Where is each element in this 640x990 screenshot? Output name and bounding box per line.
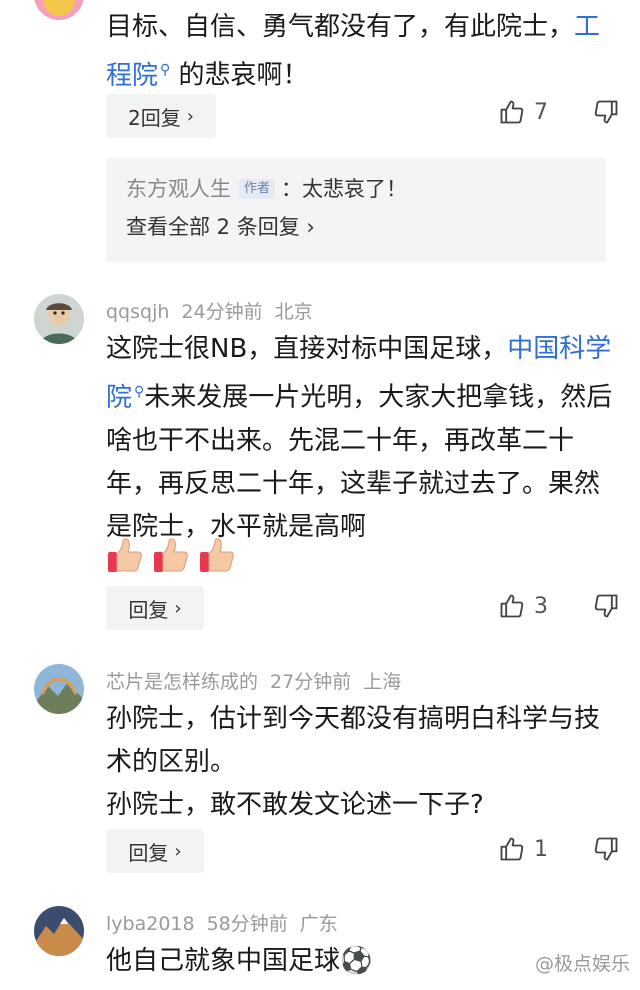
location: 北京 xyxy=(274,301,313,323)
view-all-replies-link[interactable]: 查看全部 2 条回复 › xyxy=(126,208,586,246)
comment-text-part: 目标、自信、勇气都没有了，有此院士， xyxy=(106,12,575,42)
timestamp: 24分钟前 xyxy=(181,301,263,323)
location: 上海 xyxy=(363,671,402,693)
comment-actions: 3 xyxy=(498,592,620,620)
like-count: 1 xyxy=(534,836,548,862)
like-button[interactable]: 3 xyxy=(498,592,558,620)
like-count: 7 xyxy=(534,99,548,125)
sub-reply-author[interactable]: 东方观人生 xyxy=(126,170,231,208)
like-button[interactable]: 1 xyxy=(498,835,558,863)
thumbs-up-emoji-icon xyxy=(108,538,142,572)
chevron-right-icon: › xyxy=(174,840,182,862)
emoji-row xyxy=(106,536,238,576)
avatar-image xyxy=(34,664,84,714)
comment-text-part: 这院士很NB，直接对标中国足球， xyxy=(106,334,508,364)
avatar[interactable] xyxy=(34,294,84,344)
search-icon: ⚲ xyxy=(134,384,145,400)
thumbs-up-emoji-icon xyxy=(154,538,188,572)
comment-actions: 1 xyxy=(498,835,620,863)
reply-label: 回复 xyxy=(128,597,169,622)
comment-text: 孙院士，估计到今天都没有搞明白科学与技术的区别。 孙院士，敢不敢发文论述一下子? xyxy=(106,698,618,827)
comment-actions: 7 xyxy=(498,98,620,126)
timestamp: 27分钟前 xyxy=(270,671,352,693)
reply-button[interactable]: 回复 › xyxy=(106,829,204,873)
chevron-right-icon: › xyxy=(174,597,182,619)
location: 广东 xyxy=(299,913,338,935)
author-badge: 作者 xyxy=(239,179,276,199)
avatar[interactable] xyxy=(34,0,84,20)
avatar[interactable] xyxy=(34,664,84,714)
avatar-image xyxy=(34,906,84,956)
chevron-right-icon: › xyxy=(306,215,315,239)
thumbs-up-icon xyxy=(500,594,524,618)
thumbs-up-icon xyxy=(500,837,524,861)
comment-meta: lyba2018 58分钟前 广东 xyxy=(106,909,350,936)
reply-button[interactable]: 2回复 › xyxy=(106,94,216,138)
comment-text-part: 未来发展一片光明，大家大把拿钱，然后啥也干不出来。先混二十年，再改革二十年，再反… xyxy=(106,382,613,542)
comment-text: 目标、自信、勇气都没有了，有此院士，工程院 ⚲ 的悲哀啊！ xyxy=(106,6,618,98)
sub-reply-box[interactable]: 东方观人生 作者 ：太悲哀了！ 查看全部 2 条回复 › xyxy=(106,158,606,262)
comment-paragraph: 孙院士，估计到今天都没有搞明白科学与技术的区别。 xyxy=(106,704,601,777)
avatar-image xyxy=(34,294,84,344)
thumbs-down-icon[interactable] xyxy=(592,98,620,126)
search-icon: ⚲ xyxy=(160,62,171,78)
comment-paragraph: 他自己就象中国足球⚽ xyxy=(106,946,373,976)
reply-label: 2回复 xyxy=(128,105,181,130)
timestamp: 58分钟前 xyxy=(206,913,288,935)
comment-meta: qqsqjh 24分钟前 北京 xyxy=(106,297,325,324)
username[interactable]: 芯片是怎样练成的 xyxy=(106,671,258,693)
watermark: @极点娱乐 xyxy=(535,949,630,976)
reply-button[interactable]: 回复 › xyxy=(106,586,204,630)
like-count: 3 xyxy=(534,593,548,619)
view-all-label: 查看全部 2 条回复 xyxy=(126,215,300,239)
thumbs-up-icon xyxy=(500,100,524,124)
comment-paragraph: 孙院士，敢不敢发文论述一下子? xyxy=(106,790,484,820)
watermark-text: @极点娱乐 xyxy=(534,953,630,975)
username[interactable]: qqsqjh xyxy=(106,301,169,323)
chevron-right-icon: › xyxy=(186,105,194,127)
thumbs-up-emoji-icon xyxy=(200,538,234,572)
reply-label: 回复 xyxy=(128,840,169,865)
comment-meta: 芯片是怎样练成的 27分钟前 上海 xyxy=(106,667,413,694)
thumbs-down-icon[interactable] xyxy=(592,592,620,620)
thumbs-down-icon[interactable] xyxy=(592,835,620,863)
like-button[interactable]: 7 xyxy=(498,98,558,126)
comment-text: 这院士很NB，直接对标中国足球，中国科学院 ⚲未来发展一片光明，大家大把拿钱，然后… xyxy=(106,328,618,549)
sub-reply-text: ：太悲哀了！ xyxy=(281,177,408,201)
username[interactable]: lyba2018 xyxy=(106,913,195,935)
sub-reply: 东方观人生 作者 ：太悲哀了！ xyxy=(126,170,586,208)
comment-text-part: 的悲哀啊！ xyxy=(170,60,309,91)
avatar[interactable] xyxy=(34,906,84,956)
